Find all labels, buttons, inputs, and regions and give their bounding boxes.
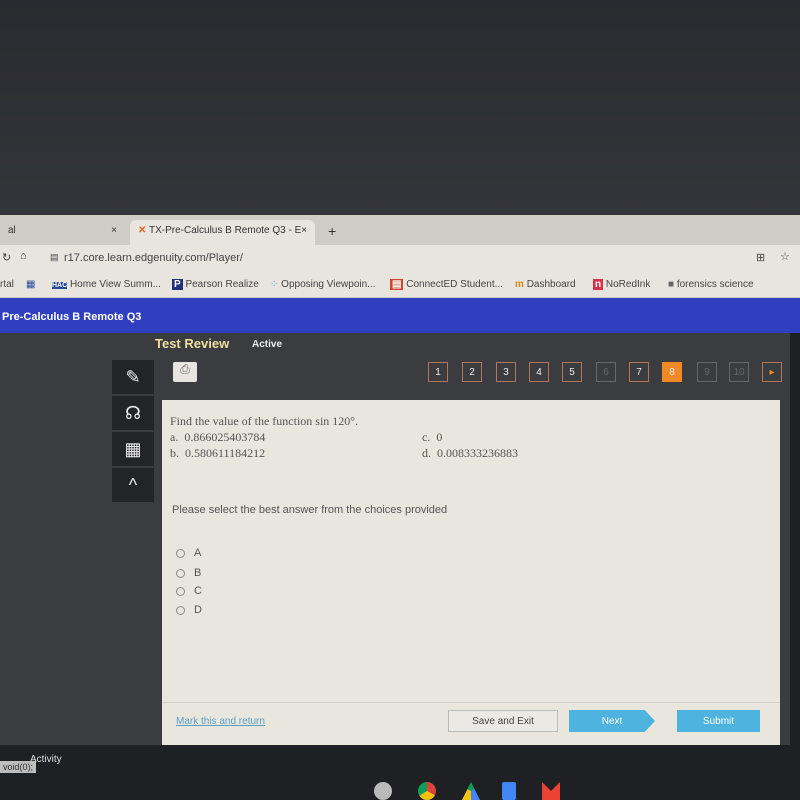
drive-icon[interactable]	[462, 782, 480, 800]
new-tab-button[interactable]: +	[320, 218, 344, 243]
tab-label: al	[8, 225, 16, 236]
status-tooltip: void(0);	[0, 761, 37, 773]
choice-c: c. 0	[422, 430, 443, 444]
bookmark[interactable]: ⁘ Opposing Viewpoin...	[270, 279, 376, 290]
edgenuity-icon: ✕	[138, 225, 147, 236]
page-button-10[interactable]: 10	[729, 362, 749, 382]
close-icon[interactable]: ×	[111, 225, 117, 236]
close-icon[interactable]: ×	[301, 225, 307, 236]
calculator-tool[interactable]: ▦	[112, 432, 154, 466]
address-bar: ↻ ⌂ ▤ r17.core.learn.edgenuity.com/Playe…	[0, 245, 800, 271]
camera-icon[interactable]	[374, 782, 392, 800]
tab-active[interactable]: ✕ TX-Pre-Calculus B Remote Q3 - E ×	[130, 220, 315, 245]
bookmark[interactable]: P Pearson Realize	[172, 279, 259, 290]
bookmark[interactable]: n NoRedInk	[593, 279, 650, 290]
radio-button[interactable]	[176, 549, 185, 558]
audio-tool[interactable]: ☊	[112, 396, 154, 430]
divider	[162, 702, 780, 703]
page-button-4[interactable]: 4	[529, 362, 549, 382]
next-button[interactable]: Next	[569, 710, 655, 732]
choice-b: b. 0.580611184212	[170, 446, 266, 460]
submit-button[interactable]: Submit	[677, 710, 760, 732]
radio-button[interactable]	[176, 606, 185, 615]
home-icon[interactable]: ⌂	[20, 250, 27, 262]
headphones-icon: ☊	[125, 402, 141, 423]
chrome-icon[interactable]	[418, 782, 436, 800]
save-and-exit-button[interactable]: Save and Exit	[448, 710, 558, 732]
status-badge: Active	[252, 339, 283, 350]
choice-d: d. 0.008333236883	[422, 446, 518, 460]
calendar-icon: ▦	[26, 279, 36, 290]
bookmark[interactable]: ▤ ConnectED Student...	[390, 279, 503, 290]
page-button-1[interactable]: 1	[428, 362, 448, 382]
tab-other[interactable]: al ×	[0, 220, 125, 245]
tab-bar: al × ✕ TX-Pre-Calculus B Remote Q3 - E × +	[0, 215, 800, 245]
bookmark[interactable]: m Dashboard	[515, 279, 576, 290]
question-prompt: Find the value of the function sin 120°.	[170, 414, 359, 428]
pencil-tool[interactable]: ✎	[112, 360, 154, 394]
tab-label: TX-Pre-Calculus B Remote Q3 - E	[149, 225, 302, 236]
reload-icon[interactable]: ↻	[2, 251, 11, 264]
question-card: Find the value of the function sin 120°.…	[162, 400, 780, 745]
course-title: Pre-Calculus B Remote Q3	[2, 311, 142, 323]
page-button-6[interactable]: 6	[596, 362, 616, 382]
calculator-icon: ▦	[124, 438, 142, 459]
bookmark[interactable]: HAC Home View Summ...	[52, 279, 161, 290]
course-header: Pre-Calculus B Remote Q3	[0, 298, 800, 333]
star-icon[interactable]: ☆	[780, 250, 790, 263]
bookmark[interactable]: ■ forensics science	[668, 279, 754, 290]
page-title: Test Review	[155, 336, 230, 351]
arrow-up-icon: ^	[128, 474, 138, 495]
radio-button[interactable]	[176, 569, 185, 578]
next-page-button[interactable]: ▸	[762, 362, 782, 382]
docs-icon[interactable]	[502, 782, 516, 800]
bookmarks-bar: rtal ▦ HAC Home View Summ... P Pearson R…	[0, 271, 800, 298]
collapse-tool[interactable]: ^	[112, 468, 154, 502]
page-button-7[interactable]: 7	[629, 362, 649, 382]
page-button-2[interactable]: 2	[462, 362, 482, 382]
page-button-8[interactable]: 8	[662, 362, 682, 382]
gmail-icon[interactable]	[542, 782, 560, 800]
pencil-icon: ✎	[125, 366, 141, 387]
page-button-5[interactable]: 5	[562, 362, 582, 382]
page-button-9[interactable]: 9	[697, 362, 717, 382]
translate-icon[interactable]: ⊞	[756, 251, 765, 264]
radio-button[interactable]	[176, 587, 185, 596]
mark-and-return-link[interactable]: Mark this and return	[176, 716, 265, 727]
page-button-3[interactable]: 3	[496, 362, 516, 382]
printer-icon: ⎙	[180, 362, 190, 376]
instruction: Please select the best answer from the c…	[172, 504, 448, 516]
choice-a: a. 0.866025403784	[170, 430, 266, 444]
bookmark[interactable]: rtal	[0, 279, 14, 290]
screen-bezel	[0, 0, 800, 215]
print-button[interactable]: ⎙	[173, 362, 197, 382]
site-info-icon[interactable]: ▤	[50, 252, 59, 263]
url-input[interactable]: r17.core.learn.edgenuity.com/Player/	[64, 252, 243, 264]
